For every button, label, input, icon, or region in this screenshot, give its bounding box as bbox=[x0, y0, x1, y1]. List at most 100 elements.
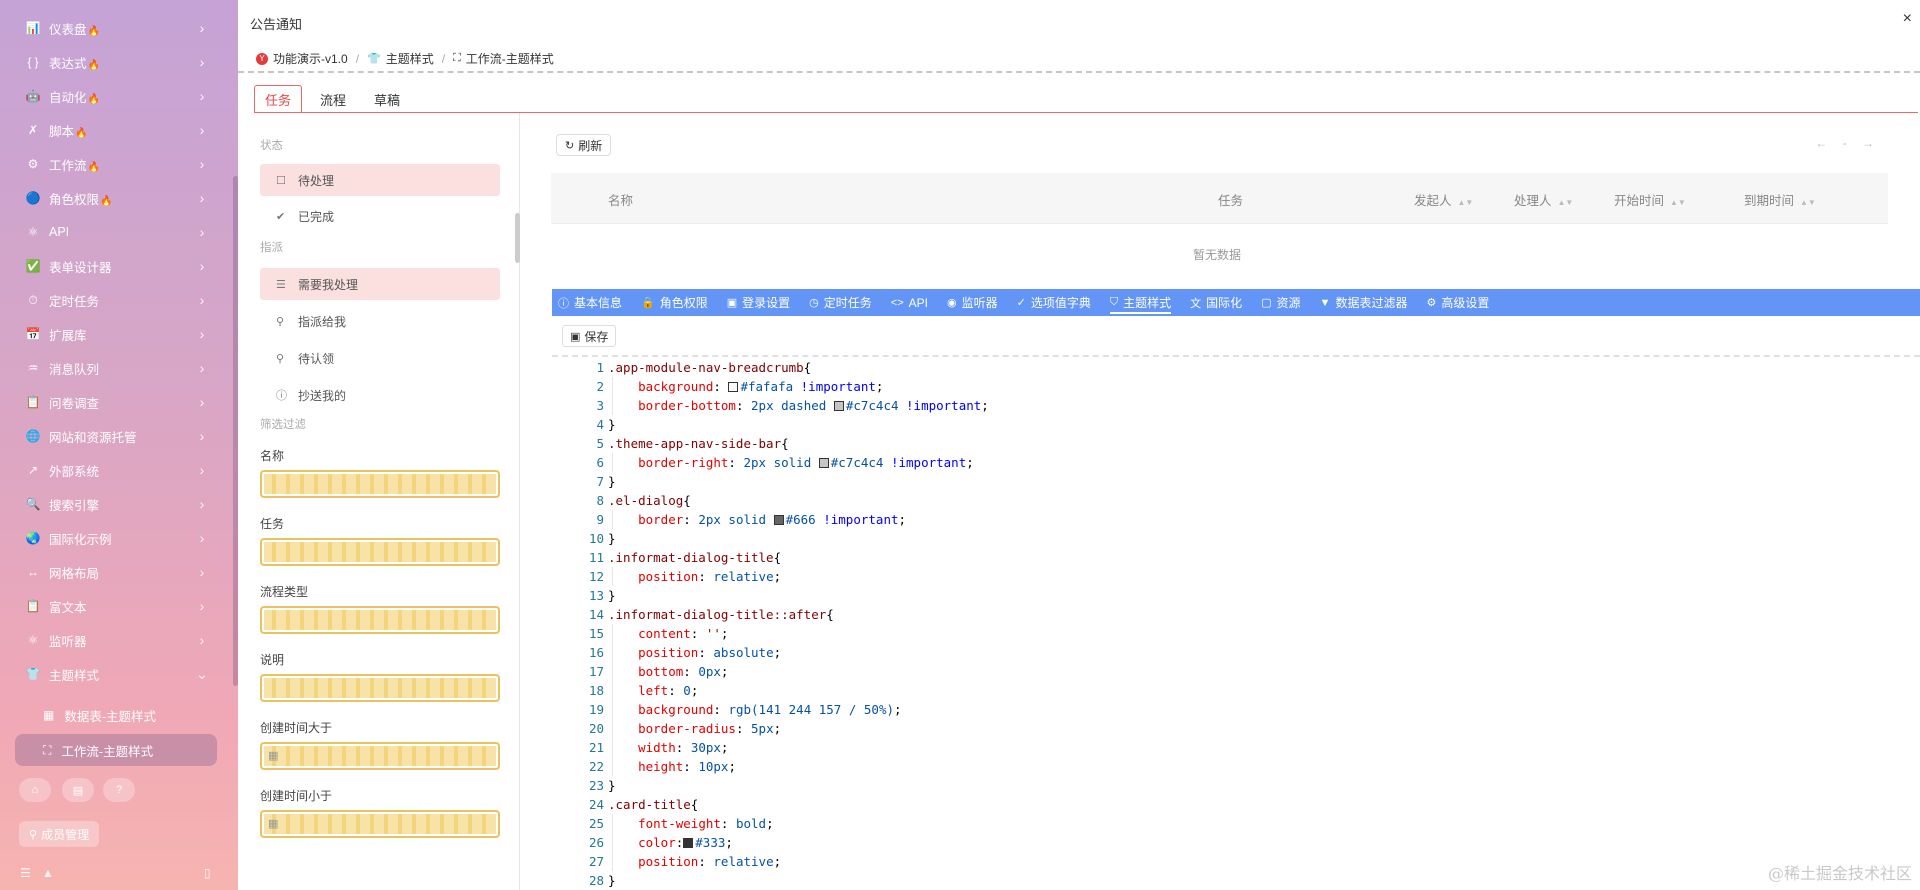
config-tab[interactable]: 文国际化 bbox=[1190, 289, 1242, 316]
sidebar-item-text: 自动化 bbox=[49, 90, 87, 105]
menu-icon: ↗ bbox=[27, 463, 39, 477]
sidebar-item[interactable]: ⚙ 工作流🔥 › bbox=[0, 147, 232, 181]
sidebar-item[interactable]: ✗ 脚本🔥 › bbox=[0, 113, 232, 147]
sidebar-item[interactable]: 📊 仪表盘🔥 › bbox=[0, 11, 232, 45]
sidebar-item[interactable]: 📋 富文本 › bbox=[0, 589, 232, 623]
filter-pending[interactable]: ☐ 待处理 bbox=[260, 164, 500, 196]
code-token: !important bbox=[823, 512, 899, 527]
config-tab[interactable]: <> API bbox=[891, 289, 928, 316]
code-text: width: 30px; bbox=[608, 740, 728, 755]
filter-completed[interactable]: ✔ 已完成 bbox=[260, 200, 500, 232]
sidebar-item[interactable]: 👕 主题样式 ⌄ bbox=[0, 657, 232, 691]
chevron-right-icon: › bbox=[199, 394, 205, 410]
sidebar-item[interactable]: ⏱ 定时任务 › bbox=[0, 283, 232, 317]
sidebar-item[interactable]: ⚛ 监听器 › bbox=[0, 623, 232, 657]
menu-icon: 🤖 bbox=[25, 89, 41, 103]
layout-toggle-icon[interactable]: ▯ bbox=[204, 866, 211, 880]
sidebar-item[interactable]: ↔ 网格布局 › bbox=[0, 555, 232, 589]
color-swatch[interactable] bbox=[833, 401, 844, 411]
code-token: : bbox=[683, 664, 699, 679]
column-handler[interactable]: 处理人 ▲▼ bbox=[1514, 190, 1573, 209]
member-management-button[interactable]: ⚲ 成员管理 bbox=[19, 821, 100, 847]
code-text: } bbox=[608, 873, 616, 888]
config-tab[interactable]: ▣ 登录设置 bbox=[727, 289, 790, 316]
task-input[interactable] bbox=[260, 538, 500, 566]
config-tab[interactable]: ✓ 选项值字典 bbox=[1017, 289, 1091, 316]
filter-to-claim[interactable]: ⚲ 待认领 bbox=[260, 342, 500, 374]
config-tab[interactable]: ⓘ 基本信息 bbox=[558, 289, 622, 316]
code-token: : bbox=[683, 759, 699, 774]
tab-tasks[interactable]: 任务 bbox=[254, 85, 303, 113]
config-tab[interactable]: ⛉ 主题样式 bbox=[1109, 289, 1172, 316]
sidebar-item[interactable]: ⚛ API › bbox=[0, 215, 232, 249]
sidebar-item[interactable]: 🌐 网站和资源托管 › bbox=[0, 419, 232, 453]
code-token: background bbox=[638, 379, 714, 394]
sidebar-item[interactable]: ✅ 表单设计器 › bbox=[0, 249, 232, 283]
line-number: 21 bbox=[588, 740, 604, 755]
sidebar-item-label: 表单设计器 bbox=[49, 257, 194, 276]
menu-icon: ↔ bbox=[27, 565, 39, 579]
sidebar-item[interactable]: 🌏 国际化示例 › bbox=[0, 521, 232, 555]
home-icon[interactable]: ⌂ bbox=[19, 778, 51, 802]
chevron-right-icon: › bbox=[199, 428, 205, 444]
code-token: } bbox=[608, 588, 616, 603]
pagination[interactable]: ← - → bbox=[1815, 136, 1880, 150]
sidebar-item[interactable]: 🤖 自动化🔥 › bbox=[0, 79, 232, 113]
tab-drafts[interactable]: 草稿 bbox=[364, 86, 410, 113]
code-text: .theme-app-nav-side-bar{ bbox=[608, 436, 789, 451]
filter-cc-me[interactable]: ⓘ 抄送我的 bbox=[260, 379, 500, 411]
help-icon[interactable]: ? bbox=[103, 778, 135, 802]
process-type-select[interactable] bbox=[260, 606, 500, 634]
theme-icon[interactable]: ▲ bbox=[42, 866, 54, 880]
breadcrumb-item-app[interactable]: 功能演示-v1.0 bbox=[273, 50, 348, 67]
sidebar-item[interactable]: ♒ 消息队列 › bbox=[0, 351, 232, 385]
config-tab[interactable]: 🔒 角色权限 bbox=[641, 289, 708, 316]
code-token: .informat-dialog-title::after bbox=[608, 607, 827, 622]
member-management-label: 成员管理 bbox=[41, 827, 90, 842]
sidebar-item[interactable]: 🔵 角色权限🔥 › bbox=[0, 181, 232, 215]
breadcrumb-item-theme[interactable]: 主题样式 bbox=[386, 50, 434, 67]
created-after-date-picker[interactable]: ▦ bbox=[260, 742, 500, 770]
save-icon: ▣ bbox=[570, 330, 581, 343]
filter-assigned-to-me[interactable]: ⚲ 指派给我 bbox=[260, 305, 500, 337]
code-text: border-radius: 5px; bbox=[608, 721, 781, 736]
filter-scrollbar[interactable] bbox=[515, 213, 520, 263]
sidebar-item[interactable]: { } 表达式🔥 › bbox=[0, 45, 232, 79]
config-tab[interactable]: ▼ 数据表过滤器 bbox=[1320, 289, 1408, 316]
code-line: 18 left: 0; bbox=[552, 681, 698, 700]
line-number: 7 bbox=[596, 474, 604, 489]
sidebar-item[interactable]: 🔍 搜索引擎 › bbox=[0, 487, 232, 521]
color-swatch[interactable] bbox=[818, 458, 829, 468]
tab-processes[interactable]: 流程 bbox=[310, 86, 356, 113]
color-swatch[interactable] bbox=[728, 382, 739, 392]
config-tab[interactable]: ◷ 定时任务 bbox=[809, 289, 872, 316]
description-input[interactable] bbox=[260, 674, 500, 702]
menu-collapse-icon[interactable]: ☰ bbox=[20, 866, 31, 880]
sidebar-subitem[interactable]: ⛶ 工作流-主题样式 bbox=[15, 734, 217, 766]
filter-need-me[interactable]: ☰ 需要我处理 bbox=[260, 268, 500, 300]
line-number: 13 bbox=[588, 588, 604, 603]
config-tab[interactable]: ▢ 资源 bbox=[1261, 289, 1300, 316]
message-icon[interactable]: ▤ bbox=[62, 778, 94, 802]
save-button[interactable]: ▣ 保存 bbox=[562, 325, 617, 347]
sidebar-item-label: 扩展库 bbox=[49, 325, 194, 344]
css-code-editor[interactable]: 1 .app-module-nav-breadcrumb{2 background… bbox=[552, 357, 1920, 890]
sidebar-item[interactable]: 📅 扩展库 › bbox=[0, 317, 232, 351]
code-text: background: #fafafa !important; bbox=[608, 379, 883, 394]
close-icon[interactable]: × bbox=[1903, 10, 1912, 28]
column-initiator[interactable]: 发起人 ▲▼ bbox=[1414, 190, 1473, 209]
name-input[interactable] bbox=[260, 470, 500, 498]
config-tab-icon: ◷ bbox=[809, 297, 819, 309]
sidebar-subitem[interactable]: ▦ 数据表-主题样式 bbox=[15, 699, 217, 731]
sidebar-item[interactable]: 📋 问卷调查 › bbox=[0, 385, 232, 419]
sidebar-item[interactable]: ↗ 外部系统 › bbox=[0, 453, 232, 487]
config-tab[interactable]: ◉ 监听器 bbox=[947, 289, 998, 316]
column-due-time[interactable]: 到期时间 ▲▼ bbox=[1744, 190, 1816, 209]
config-tab[interactable]: ⚙ 高级设置 bbox=[1426, 289, 1489, 316]
created-before-date-picker[interactable]: ▦ bbox=[260, 810, 500, 838]
color-swatch[interactable] bbox=[683, 838, 694, 848]
column-start-time[interactable]: 开始时间 ▲▼ bbox=[1614, 190, 1686, 209]
refresh-button[interactable]: ↻ 刷新 bbox=[556, 134, 612, 156]
color-swatch[interactable] bbox=[773, 515, 784, 525]
